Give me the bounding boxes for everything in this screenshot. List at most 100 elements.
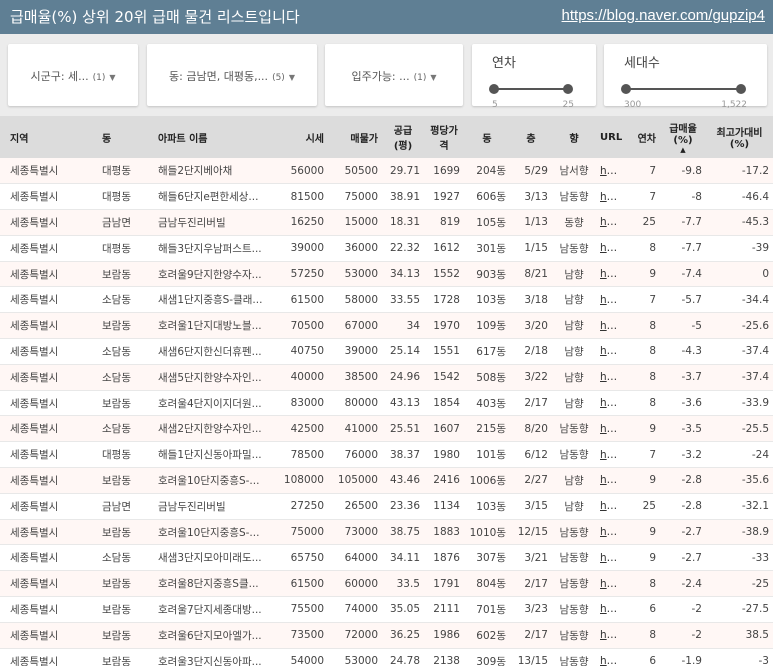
col-header-age[interactable]: 연차	[624, 116, 660, 158]
cell-listing-price: 53000	[328, 648, 382, 666]
cell-market-price: 40750	[276, 338, 328, 365]
filter-bar: 시군구: 세... (1) ▼ 동: 금남면, 대평동,... (5) ▼ 입주가능: …	[0, 34, 773, 116]
col-header-region[interactable]: 지역	[0, 116, 92, 158]
cell-age: 7	[624, 158, 660, 185]
cell-direction: 동향	[552, 209, 596, 236]
cell-listing-price: 41000	[328, 415, 382, 443]
cell-market-price: 75500	[276, 596, 328, 623]
cell-region: 세종특별시	[0, 338, 92, 365]
col-header-url[interactable]: URL	[596, 116, 624, 158]
households-slider-max-handle[interactable]	[736, 84, 746, 94]
cell-url-link[interactable]: htt...	[596, 493, 624, 520]
col-header-direction[interactable]: 향	[552, 116, 596, 158]
cell-direction: 남동향	[552, 415, 596, 443]
cell-url-link[interactable]: htt...	[596, 622, 624, 649]
table-row[interactable]: 세종특별시 소담동 새샘5단지한양수자인... 40000 38500 24.96 1542…	[0, 364, 773, 391]
table-row[interactable]: 세종특별시 보람동 호려울3단지신동아파... 54000 53000 24.78 2138…	[0, 648, 773, 666]
cell-url-link[interactable]: htt...	[596, 235, 624, 262]
table-row[interactable]: 세종특별시 대평동 해들6단지e편한세상... 81500 75000 38.91 1927…	[0, 183, 773, 211]
sort-asc-icon: ▲	[680, 146, 686, 154]
table-row[interactable]: 세종특별시 대평동 해들3단지우남퍼스트... 39000 36000 22.32 1612…	[0, 235, 773, 262]
dong-filter-dropdown[interactable]: 동: 금남면, 대평동,... (5) ▼	[147, 44, 317, 106]
cell-url-link[interactable]: htt...	[596, 648, 624, 666]
cell-url-link[interactable]: htt...	[596, 312, 624, 340]
cell-apt-name: 호려울1단지대방노블...	[148, 312, 276, 340]
cell-url-link[interactable]: htt...	[596, 467, 624, 494]
cell-url-link[interactable]: htt...	[596, 544, 624, 572]
table-row[interactable]: 세종특별시 대평동 해들1단지신동아파밀... 78500 76000 38.37 1980…	[0, 441, 773, 469]
table-row[interactable]: 세종특별시 보람동 호려울6단지모아엘가... 73500 72000 36.25 1986…	[0, 622, 773, 649]
cell-age: 8	[624, 570, 660, 598]
cell-url-link[interactable]: htt...	[596, 261, 624, 288]
cell-building: 105동	[464, 209, 510, 236]
cell-building: 508동	[464, 364, 510, 391]
col-header-building[interactable]: 동	[464, 116, 510, 158]
table-row[interactable]: 세종특별시 소담동 새샘3단지모아미래도... 65750 64000 34.11 1876…	[0, 544, 773, 572]
year-slider-min-handle[interactable]	[489, 84, 499, 94]
cell-direction: 남향	[552, 390, 596, 417]
table-row[interactable]: 세종특별시 보람동 호려울1단지대방노블... 70500 67000 34 1970 109…	[0, 312, 773, 340]
col-header-vs-peak[interactable]: 최고가대비(%)	[706, 116, 773, 158]
cell-url-link[interactable]: htt...	[596, 519, 624, 546]
col-header-discount-rate[interactable]: 급매율(%) ▲	[660, 116, 706, 158]
col-header-supply-area[interactable]: 공급(평)	[382, 116, 424, 158]
cell-listing-price: 80000	[328, 390, 382, 417]
cell-region: 세종특별시	[0, 570, 92, 598]
cell-url-link[interactable]: htt...	[596, 286, 624, 314]
cell-url-link[interactable]: htt...	[596, 441, 624, 469]
cell-market-price: 27250	[276, 493, 328, 520]
cell-url-link[interactable]: htt...	[596, 158, 624, 185]
table-row[interactable]: 세종특별시 대평동 해들2단지베아채 56000 50500 29.71 1699 204동 5…	[0, 158, 773, 185]
cell-discount-rate: -7.7	[660, 209, 706, 236]
cell-dong: 소담동	[92, 338, 148, 365]
table-row[interactable]: 세종특별시 보람동 호려울9단지한양수자... 57250 53000 34.13 1552…	[0, 261, 773, 288]
cell-url-link[interactable]: htt...	[596, 338, 624, 365]
cell-apt-name: 호려울7단지세종대방...	[148, 596, 276, 623]
table-row[interactable]: 세종특별시 소담동 새샘2단지한양수자인... 42500 41000 25.51 1607…	[0, 415, 773, 443]
households-slider-min-handle[interactable]	[621, 84, 631, 94]
table-row[interactable]: 세종특별시 보람동 호려울7단지세종대방... 75500 74000 35.05 2111…	[0, 596, 773, 623]
col-header-listing-price[interactable]: 매물가	[328, 116, 382, 158]
city-filter-dropdown[interactable]: 시군구: 세... (1) ▼	[8, 44, 138, 106]
col-header-apt-name[interactable]: 아파트 이름	[148, 116, 276, 158]
households-range-slider[interactable]: 세대수 300 1,522	[604, 44, 767, 110]
cell-dong: 소담동	[92, 415, 148, 443]
cell-url-link[interactable]: htt...	[596, 415, 624, 443]
col-header-dong[interactable]: 동	[92, 116, 148, 158]
table-row[interactable]: 세종특별시 금남면 금남두진리버빌 27250 26500 23.36 1134 103동 3/…	[0, 493, 773, 520]
cell-url-link[interactable]: htt...	[596, 390, 624, 417]
cell-apt-name: 새샘2단지한양수자인...	[148, 415, 276, 443]
cell-direction: 남동향	[552, 570, 596, 598]
cell-vs-peak: -38.9	[706, 519, 773, 546]
cell-vs-peak: -25.6	[706, 312, 773, 340]
table-row[interactable]: 세종특별시 금남면 금남두진리버빌 16250 15000 18.31 819 105동 1/1…	[0, 209, 773, 236]
col-header-market-price[interactable]: 시세	[276, 116, 328, 158]
cell-url-link[interactable]: htt...	[596, 596, 624, 623]
cell-url-link[interactable]: htt...	[596, 570, 624, 598]
movein-filter-dropdown[interactable]: 입주가능: ... (1) ▼	[325, 44, 463, 106]
cell-url-link[interactable]: htt...	[596, 209, 624, 236]
year-range-slider[interactable]: 연차 5 25	[472, 44, 596, 110]
blog-link[interactable]: https://blog.naver.com/gupzip4	[562, 7, 765, 24]
chevron-down-icon: ▼	[430, 73, 437, 82]
year-slider-track[interactable]	[492, 88, 572, 90]
cell-age: 25	[624, 209, 660, 236]
col-header-price-per-pyeong[interactable]: 평당가격	[424, 116, 464, 158]
cell-building: 109동	[464, 312, 510, 340]
cell-floor: 2/17	[510, 390, 552, 417]
cell-url-link[interactable]: htt...	[596, 183, 624, 211]
cell-discount-rate: -3.6	[660, 390, 706, 417]
table-row[interactable]: 세종특별시 보람동 호려울10단지중흥S-... 108000 105000 43.46 2…	[0, 467, 773, 494]
cell-supply-area: 38.91	[382, 183, 424, 211]
cell-url-link[interactable]: htt...	[596, 364, 624, 391]
table-row[interactable]: 세종특별시 보람동 호려울8단지중흥S클... 61500 60000 33.5 1791 8…	[0, 570, 773, 598]
table-row[interactable]: 세종특별시 소담동 새샘6단지한신더휴펜... 40750 39000 25.14 1551…	[0, 338, 773, 365]
table-row[interactable]: 세종특별시 보람동 호려울10단지중흥S-... 75000 73000 38.75 188…	[0, 519, 773, 546]
households-slider-track[interactable]	[624, 88, 743, 90]
year-slider-max-handle[interactable]	[563, 84, 573, 94]
col-header-floor[interactable]: 층	[510, 116, 552, 158]
table-row[interactable]: 세종특별시 보람동 호려울4단지이지더원... 83000 80000 43.13 1854…	[0, 390, 773, 417]
cell-market-price: 61500	[276, 570, 328, 598]
table-row[interactable]: 세종특별시 소담동 새샘1단지중흥S-클래... 61500 58000 33.55 172…	[0, 286, 773, 314]
cell-direction: 남향	[552, 467, 596, 494]
